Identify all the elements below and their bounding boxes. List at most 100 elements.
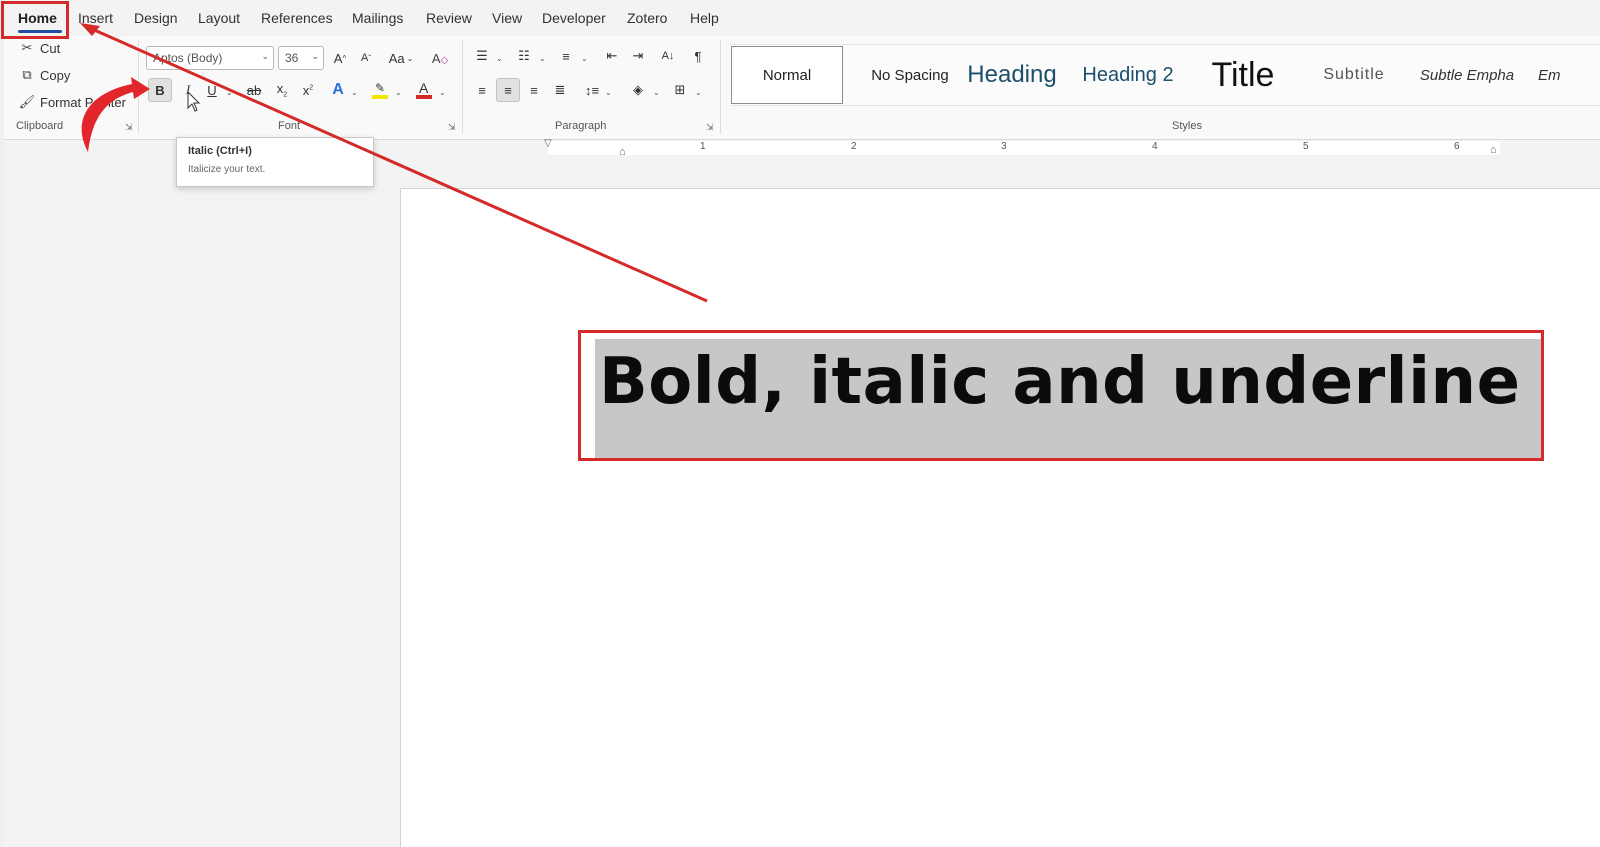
style-emphasis[interactable]: Em — [1538, 46, 1598, 104]
tab-zotero[interactable]: Zotero — [627, 10, 667, 26]
shading-button[interactable]: ◈ — [626, 78, 650, 102]
style-title[interactable]: Title — [1196, 46, 1290, 104]
numbering-button[interactable]: ☷ — [512, 44, 536, 68]
align-center-button[interactable]: ≡ — [496, 78, 520, 102]
copy-icon: ⧉ — [22, 67, 32, 82]
font-family-combo[interactable]: Aptos (Body) ⌄ — [146, 46, 274, 70]
borders-button[interactable]: ⊞ — [668, 78, 692, 102]
chevron-down-icon[interactable]: ⌄ — [351, 88, 358, 97]
chevron-down-icon[interactable]: ⌄ — [226, 88, 233, 97]
tab-layout[interactable]: Layout — [198, 10, 240, 26]
text-effects-button[interactable]: A — [326, 78, 350, 102]
strikethrough-button[interactable]: ab — [242, 78, 266, 102]
ruler-number: 4 — [1152, 141, 1158, 152]
format-painter-label: Format Painter — [40, 94, 126, 110]
tab-design[interactable]: Design — [134, 10, 178, 26]
right-indent-marker[interactable]: ⌂ — [1490, 144, 1497, 156]
chevron-down-icon: ⌄ — [261, 51, 269, 61]
chevron-down-icon[interactable]: ⌄ — [539, 54, 546, 63]
bold-icon: B — [155, 82, 165, 98]
style-normal[interactable]: Normal — [731, 46, 843, 104]
tab-mailings[interactable]: Mailings — [352, 10, 403, 26]
chevron-down-icon: ⌄ — [311, 51, 319, 61]
line-spacing-button[interactable]: ↕≡ — [580, 78, 604, 102]
styles-gallery: Normal No Spacing Heading Heading 2 Titl… — [730, 44, 1600, 106]
group-divider — [138, 40, 139, 134]
tab-view[interactable]: View — [492, 10, 522, 26]
chevron-down-icon[interactable]: ⌄ — [605, 88, 612, 97]
tab-review[interactable]: Review — [426, 10, 472, 26]
group-divider — [720, 40, 721, 134]
subscript-button[interactable]: x2 — [270, 78, 294, 102]
underline-button[interactable]: U — [200, 78, 224, 102]
font-launcher-icon[interactable]: ⇲ — [448, 122, 458, 132]
show-formatting-button[interactable]: ¶ — [686, 44, 710, 68]
style-subtitle[interactable]: Subtitle — [1304, 46, 1404, 104]
multilevel-list-button[interactable]: ≡ — [554, 44, 578, 68]
tooltip-title: Italic (Ctrl+I) — [188, 145, 252, 157]
home-tab-highlight-box — [1, 1, 69, 39]
paragraph-launcher-icon[interactable]: ⇲ — [706, 122, 716, 132]
text-highlight-button[interactable]: ✎ — [368, 78, 392, 102]
chevron-down-icon[interactable]: ⌄ — [695, 88, 702, 97]
strikethrough-icon: ab — [246, 82, 262, 98]
tab-developer[interactable]: Developer — [542, 10, 606, 26]
bullets-button[interactable]: ☰ — [470, 44, 494, 68]
decrease-indent-icon: ⇤ — [606, 48, 618, 63]
bullet-list-icon: ☰ — [476, 48, 488, 63]
text-highlight-box — [578, 330, 1544, 461]
superscript-button[interactable]: x2 — [296, 78, 320, 102]
bold-button[interactable]: B — [148, 78, 172, 102]
grow-font-icon: A — [333, 50, 343, 66]
multilevel-list-icon: ≡ — [562, 48, 570, 64]
chevron-down-icon[interactable]: ⌄ — [395, 88, 402, 97]
shrink-font-button[interactable]: Aˇ — [354, 46, 378, 70]
justify-icon: ≣ — [554, 82, 566, 97]
change-case-button[interactable]: Aa ⌄ — [384, 46, 418, 70]
subscript-icon: x2 — [276, 81, 288, 99]
chevron-down-icon[interactable]: ⌄ — [653, 88, 660, 97]
align-left-button[interactable]: ≡ — [470, 78, 494, 102]
style-heading-1[interactable]: Heading — [962, 46, 1062, 104]
increase-indent-button[interactable]: ⇥ — [626, 44, 650, 68]
ruler-margin-right — [1500, 141, 1600, 155]
ruler-number: 5 — [1303, 141, 1309, 152]
italic-button[interactable]: I — [176, 78, 200, 102]
chevron-down-icon[interactable]: ⌄ — [439, 88, 446, 97]
align-right-button[interactable]: ≡ — [522, 78, 546, 102]
clear-formatting-button[interactable]: A◇ — [428, 46, 452, 70]
line-spacing-icon: ↕≡ — [584, 82, 600, 98]
tab-references[interactable]: References — [261, 10, 333, 26]
italic-icon: I — [185, 82, 191, 97]
decrease-indent-button[interactable]: ⇤ — [600, 44, 624, 68]
align-center-icon: ≡ — [504, 82, 512, 98]
font-color-button[interactable]: A — [412, 78, 436, 102]
horizontal-ruler[interactable]: 1 2 3 4 5 6 ▽ ⌂ ⌂ — [398, 138, 1600, 158]
pilcrow-icon: ¶ — [694, 48, 702, 64]
tab-help[interactable]: Help — [690, 10, 719, 26]
style-heading-2[interactable]: Heading 2 — [1074, 46, 1182, 104]
font-group-label: Font — [278, 120, 301, 132]
document-page[interactable] — [400, 188, 1600, 847]
cut-button[interactable]: ✂ Cut — [18, 39, 61, 57]
justify-button[interactable]: ≣ — [548, 78, 572, 102]
font-color-icon: A — [416, 80, 432, 99]
chevron-down-icon[interactable]: ⌄ — [581, 54, 588, 63]
change-case-label: Aa — [388, 50, 405, 66]
style-subtle-emphasis[interactable]: Subtle Empha — [1412, 46, 1522, 104]
tab-insert[interactable]: Insert — [78, 10, 113, 26]
copy-button[interactable]: ⧉ Copy — [18, 66, 70, 84]
paragraph-group-label: Paragraph — [555, 120, 607, 132]
align-right-icon: ≡ — [530, 82, 538, 98]
font-size-value: 36 — [285, 51, 299, 65]
grow-font-button[interactable]: A ^ — [328, 46, 352, 70]
paint-bucket-icon: ◈ — [633, 82, 643, 97]
first-line-indent-marker[interactable]: ▽ — [544, 138, 552, 149]
chevron-down-icon[interactable]: ⌄ — [496, 54, 503, 63]
sort-button[interactable]: A↓ — [656, 44, 680, 68]
clipboard-launcher-icon[interactable]: ⇲ — [125, 122, 135, 132]
font-size-combo[interactable]: 36 ⌄ — [278, 46, 324, 70]
ribbon: ✂ Cut ⧉ Copy 🖌 Format Painter Clipboard … — [4, 36, 1600, 140]
format-painter-button[interactable]: 🖌 Format Painter — [18, 93, 126, 111]
style-no-spacing[interactable]: No Spacing — [854, 46, 966, 104]
